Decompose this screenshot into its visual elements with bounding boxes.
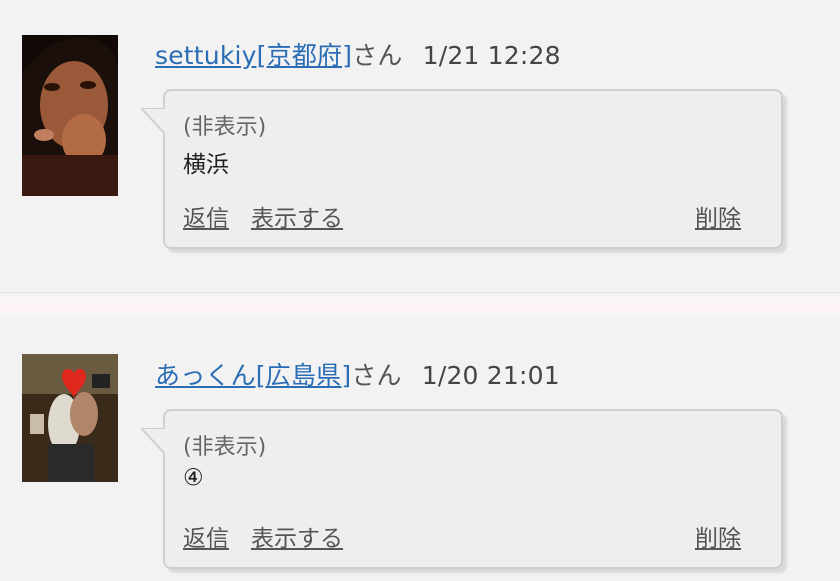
comment-body: 横浜	[183, 152, 229, 178]
comment-separator	[0, 292, 840, 322]
comment-item: あっくん[広島県]さん 1/20 21:01 (非表示) ④ 返信 表示する 削除	[0, 320, 840, 581]
bubble-tail	[141, 428, 165, 454]
hidden-label: (非表示)	[183, 115, 267, 140]
user-avatar[interactable]	[22, 354, 118, 482]
user-link[interactable]: settukiy[京都府]	[155, 41, 352, 70]
reply-link[interactable]: 返信	[183, 519, 229, 553]
honorific-suffix: さん	[351, 361, 402, 390]
delete-link[interactable]: 削除	[695, 199, 741, 233]
hidden-label: (非表示)	[183, 435, 267, 460]
delete-link[interactable]: 削除	[695, 519, 741, 553]
user-link[interactable]: あっくん[広島県]	[155, 361, 351, 390]
comment-body: ④	[183, 465, 204, 491]
user-avatar[interactable]	[22, 35, 118, 196]
comment-bubble: (非表示) ④ 返信 表示する 削除	[141, 409, 783, 569]
comment-meta: settukiy[京都府]さん 1/21 12:28	[155, 36, 561, 72]
comment-date: 1/20 21:01	[421, 361, 560, 390]
show-link[interactable]: 表示する	[251, 519, 343, 553]
bubble-tail	[141, 108, 165, 134]
show-link[interactable]: 表示する	[251, 199, 343, 233]
comment-item: settukiy[京都府]さん 1/21 12:28 (非表示) 横浜 返信 表示…	[0, 0, 840, 292]
reply-link[interactable]: 返信	[183, 199, 229, 233]
comment-meta: あっくん[広島県]さん 1/20 21:01	[155, 356, 560, 392]
comment-date: 1/21 12:28	[422, 41, 561, 70]
comment-bubble: (非表示) 横浜 返信 表示する 削除	[141, 89, 783, 249]
honorific-suffix: さん	[352, 41, 403, 70]
